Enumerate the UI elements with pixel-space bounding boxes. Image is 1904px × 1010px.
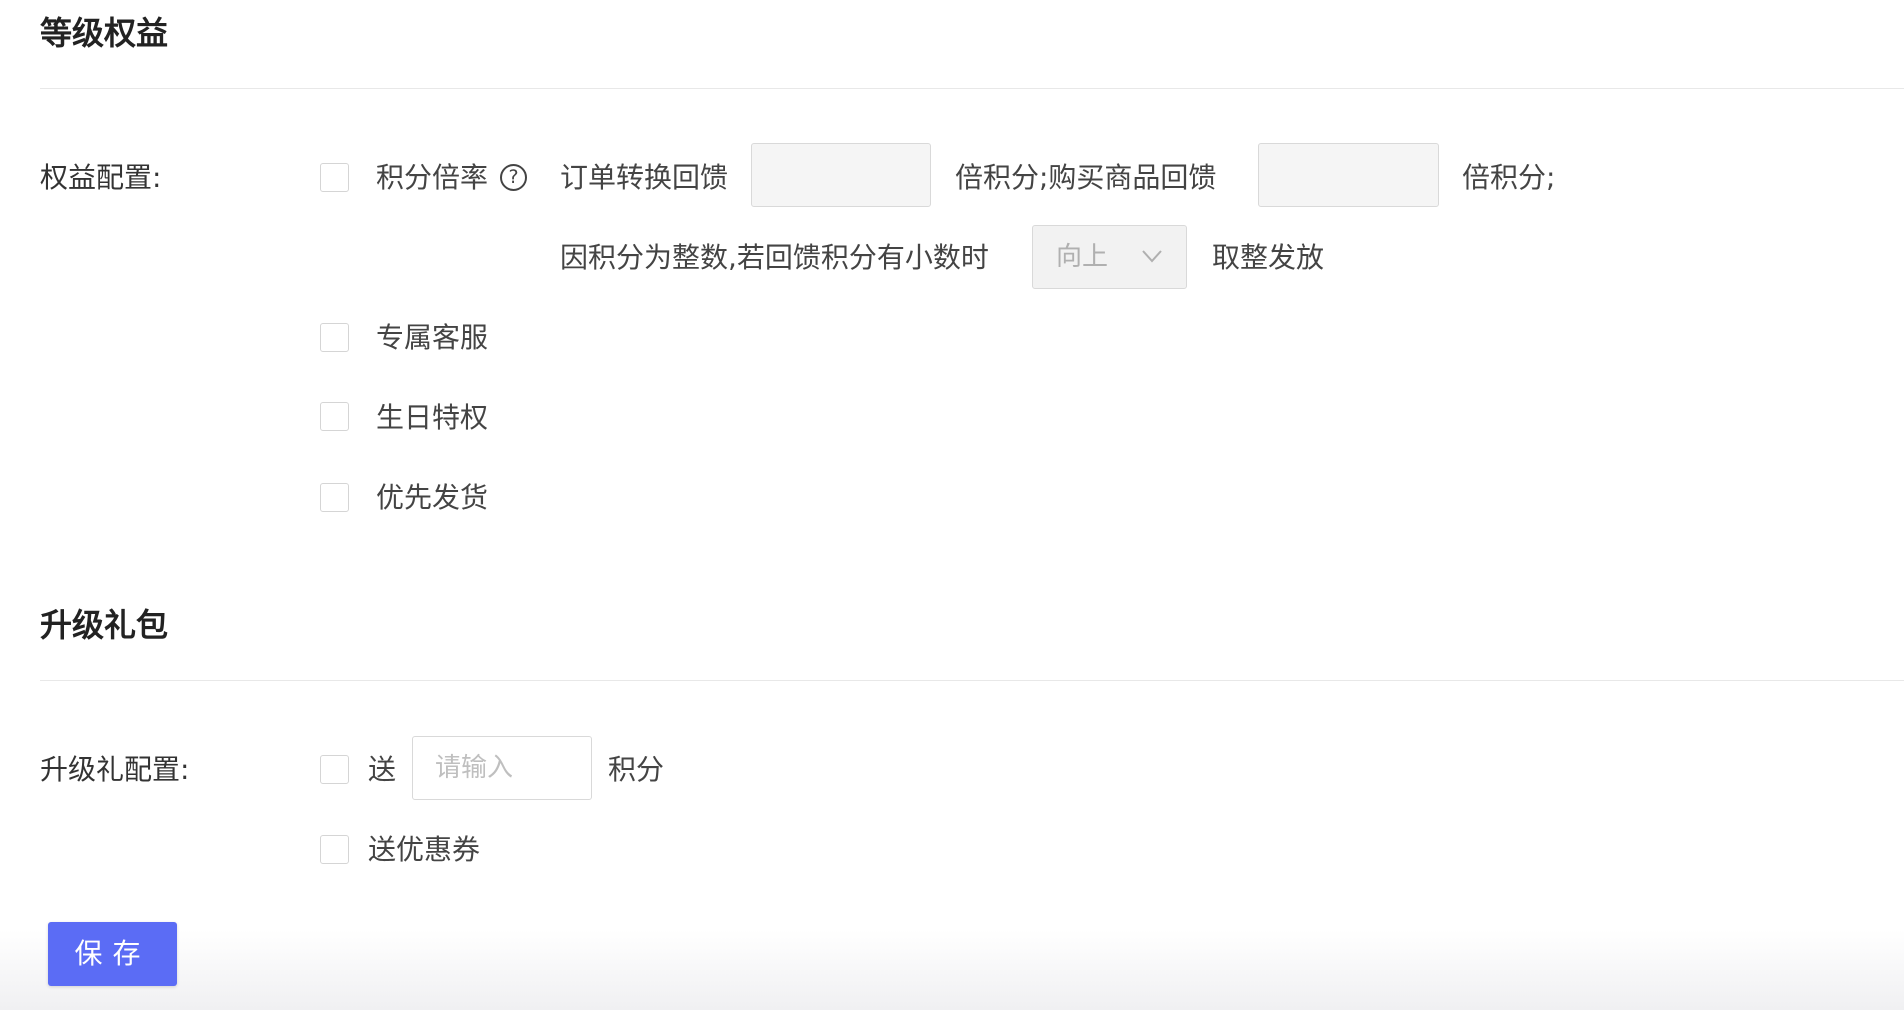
upgrade-config-label: 升级礼配置: — [40, 753, 190, 786]
birthday-privilege-label: 生日特权 — [376, 401, 489, 434]
rounding-selected-value: 向上 — [1056, 242, 1109, 272]
gift-coupon-checkbox[interactable] — [320, 835, 349, 864]
gift-points-input[interactable] — [412, 736, 592, 800]
priority-shipping-label: 优先发货 — [376, 481, 489, 514]
level-benefits-title: 等级权益 — [40, 14, 169, 52]
upgrade-gift-title: 升级礼包 — [40, 606, 169, 644]
exclusive-service-checkbox[interactable] — [320, 323, 349, 352]
order-feedback-text: 订单转换回馈 — [560, 161, 729, 194]
rounding-select[interactable]: 向上 — [1032, 225, 1187, 289]
rounding-prefix-text: 因积分为整数,若回馈积分有小数时 — [560, 241, 989, 274]
question-circle-icon[interactable]: ? — [500, 164, 527, 191]
multiplier-text-1: 倍积分;购买商品回馈 — [955, 161, 1217, 194]
multiplier-text-2: 倍积分; — [1462, 161, 1556, 194]
save-button[interactable]: 保存 — [48, 922, 177, 986]
gift-points-suffix: 积分 — [608, 753, 665, 786]
purchase-feedback-input[interactable] — [1258, 143, 1439, 207]
priority-shipping-checkbox[interactable] — [320, 483, 349, 512]
points-rate-checkbox[interactable] — [320, 163, 349, 192]
rounding-suffix-text: 取整发放 — [1212, 241, 1325, 274]
upgrade-gift-divider — [40, 680, 1904, 681]
level-benefits-divider — [40, 88, 1904, 89]
order-feedback-input[interactable] — [751, 143, 931, 207]
exclusive-service-label: 专属客服 — [376, 321, 489, 354]
chevron-down-icon — [1142, 250, 1162, 263]
gift-points-prefix: 送 — [368, 753, 397, 786]
birthday-privilege-checkbox[interactable] — [320, 402, 349, 431]
bottom-bar-shadow — [0, 930, 1904, 1010]
benefits-config-label: 权益配置: — [40, 161, 162, 194]
gift-coupon-label: 送优惠券 — [368, 833, 481, 866]
gift-points-checkbox[interactable] — [320, 755, 349, 784]
points-rate-label: 积分倍率 — [376, 161, 489, 194]
